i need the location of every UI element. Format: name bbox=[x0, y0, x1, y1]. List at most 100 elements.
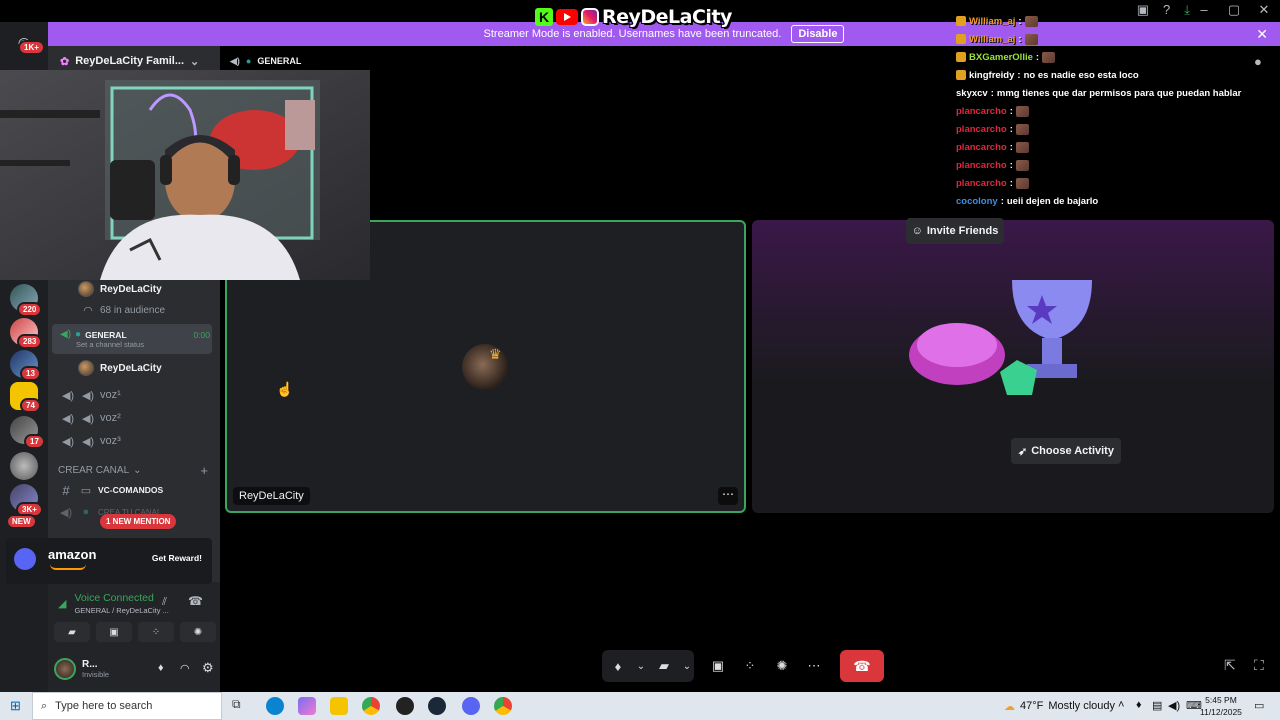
windows-start-icon[interactable]: ⊞ bbox=[10, 698, 21, 714]
youtube-icon bbox=[556, 9, 578, 25]
disconnect-icon[interactable]: ☎ bbox=[188, 594, 203, 608]
chat-username: kingfreidy bbox=[969, 69, 1015, 81]
taskbar-search[interactable]: ⌕ Type here to search bbox=[32, 692, 222, 720]
chat-separator: : bbox=[1009, 105, 1013, 117]
get-reward-button[interactable]: Get Reward! bbox=[152, 553, 202, 563]
channel-general-active[interactable]: ◀) ● GENERAL 0:00 Set a channel status bbox=[52, 324, 212, 354]
server-badge: 17 bbox=[24, 434, 45, 449]
category-crear-canal[interactable]: CREAR CANAL ⌄ + bbox=[48, 459, 220, 481]
globe-icon: ● bbox=[75, 329, 82, 340]
tray-chevron-icon[interactable]: ˄ bbox=[1118, 699, 1124, 711]
noise-suppression-icon[interactable]: ⫽ bbox=[162, 596, 167, 609]
mic-tray-icon[interactable]: ♦ bbox=[1136, 699, 1142, 711]
mic-icon[interactable]: ♦ bbox=[158, 662, 164, 674]
new-mention-pill[interactable]: 1 NEW MENTION bbox=[100, 514, 177, 529]
crown-icon: ♛ bbox=[489, 346, 502, 362]
discord-icon[interactable] bbox=[462, 697, 480, 715]
add-channel-icon[interactable]: + bbox=[200, 463, 208, 478]
more-options-icon[interactable]: ⋯ bbox=[718, 487, 738, 505]
weather-icon: ☁ bbox=[1004, 700, 1015, 713]
server-badge: 220 bbox=[17, 302, 43, 317]
disable-streamer-mode-button[interactable]: Disable bbox=[791, 25, 845, 43]
choose-activity-label: Choose Activity bbox=[1031, 445, 1114, 457]
chevron-down-icon: ⌄ bbox=[133, 464, 142, 476]
chat-username: plancarcho bbox=[956, 177, 1007, 189]
screen-share-button[interactable]: ▣ bbox=[96, 622, 132, 642]
obs-icon[interactable] bbox=[396, 697, 414, 715]
speaker-icon: ◀) bbox=[230, 55, 240, 66]
chat-message: skyxcv: mmg tienes que dar permisos para … bbox=[956, 84, 1256, 102]
chat-message: William_aj: bbox=[956, 30, 1256, 48]
network-icon[interactable]: ▤ bbox=[1152, 699, 1162, 712]
popout-icon[interactable]: ⇱ bbox=[1224, 657, 1236, 674]
server-icon[interactable] bbox=[10, 452, 38, 480]
task-view-icon[interactable]: ⧉ bbox=[232, 697, 250, 715]
soundboard-button[interactable]: ✺ bbox=[180, 622, 216, 642]
activities-button[interactable]: ⁘ bbox=[138, 622, 174, 642]
voice-member[interactable]: ReyDeLaCity bbox=[48, 357, 220, 379]
edge-icon[interactable] bbox=[266, 697, 284, 715]
choose-activity-button[interactable]: ➶ Choose Activity bbox=[1011, 438, 1121, 464]
channel-voz2[interactable]: ◀) ◀) voz² bbox=[48, 407, 220, 429]
activities-icon[interactable]: ⁘ bbox=[734, 650, 766, 682]
chrome-icon[interactable] bbox=[362, 697, 380, 715]
video-off-button[interactable]: ▰ bbox=[54, 622, 90, 642]
volume-icon[interactable]: ◀) bbox=[1168, 699, 1180, 712]
more-icon[interactable]: ⋯ bbox=[798, 650, 830, 682]
close-window-button[interactable]: ✕ bbox=[1256, 2, 1272, 18]
chrome-icon[interactable] bbox=[494, 697, 512, 715]
windows-taskbar: ⊞ ⌕ Type here to search ⧉ ☁ 47°F Mostly … bbox=[0, 692, 1280, 720]
activity-illustration bbox=[909, 280, 1092, 395]
invite-friends-button[interactable]: ☺ Invite Friends bbox=[906, 218, 1004, 244]
camera-off-icon[interactable]: ▰ bbox=[648, 650, 680, 682]
kick-icon: K bbox=[535, 8, 553, 26]
weather-widget[interactable]: ☁ 47°F Mostly cloudy bbox=[1004, 692, 1115, 720]
amazon-promo-card[interactable]: amazon Get Reward! bbox=[6, 538, 212, 584]
stage-speaker[interactable]: ReyDeLaCity bbox=[48, 278, 220, 300]
chat-separator: : bbox=[1009, 123, 1013, 135]
chat-badge-icon bbox=[956, 52, 966, 62]
fullscreen-icon[interactable]: ⛶ bbox=[1254, 657, 1264, 674]
mic-icon[interactable]: ♦ bbox=[602, 650, 634, 682]
clock[interactable]: 5:45 PM 11/12/2025 bbox=[1200, 694, 1242, 718]
channel-status[interactable]: Set a channel status bbox=[60, 340, 144, 349]
search-placeholder: Type here to search bbox=[55, 700, 153, 712]
audience-row[interactable]: ◠ 68 in audience bbox=[48, 299, 220, 321]
chevron-down-icon[interactable]: ⌄ bbox=[680, 650, 694, 682]
soundboard-icon[interactable]: ✺ bbox=[766, 650, 798, 682]
voice-connected-label[interactable]: Voice Connected bbox=[74, 592, 168, 604]
chat-text: mmg tienes que dar permisos para que pue… bbox=[996, 87, 1242, 99]
screen-share-icon[interactable]: ▣ bbox=[702, 650, 734, 682]
steam-icon[interactable] bbox=[428, 697, 446, 715]
channel-vc-comandos[interactable]: # ▭ VC-COMANDOS bbox=[48, 479, 220, 501]
clock-date: 11/12/2025 bbox=[1200, 707, 1242, 717]
voice-panel: ◢ Voice Connected GENERAL / ReyDeLaCity … bbox=[48, 582, 220, 692]
tile-user-name: ReyDeLaCity bbox=[233, 487, 310, 505]
chat-badge-icon bbox=[956, 16, 966, 26]
channel-voz1[interactable]: ◀) ◀) voz¹ bbox=[48, 384, 220, 406]
notifications-icon[interactable]: ▭ bbox=[1254, 699, 1264, 712]
globe-icon: ● bbox=[245, 56, 252, 66]
copilot-icon[interactable] bbox=[298, 697, 316, 715]
voice-status: ◢ Voice Connected GENERAL / ReyDeLaCity … bbox=[58, 592, 169, 615]
speaker-icon: ◀) bbox=[81, 412, 95, 425]
disconnect-button[interactable]: ☎ bbox=[840, 650, 884, 682]
chevron-down-icon[interactable]: ⌄ bbox=[634, 650, 648, 682]
channel-voz2-label: voz² bbox=[100, 412, 121, 424]
headphones-icon[interactable]: ◠ bbox=[180, 662, 190, 675]
speaker-active-icon: ◀) bbox=[60, 329, 72, 340]
chat-username: plancarcho bbox=[956, 159, 1007, 171]
file-explorer-icon[interactable] bbox=[330, 697, 348, 715]
weather-condition: Mostly cloudy bbox=[1048, 700, 1115, 712]
webcam-feed-image bbox=[0, 70, 370, 280]
close-banner-icon[interactable]: ✕ bbox=[1256, 26, 1268, 43]
user-panel[interactable]: R... Invisible bbox=[54, 658, 109, 680]
chat-emote-icon bbox=[1015, 123, 1029, 135]
avatar bbox=[78, 360, 94, 376]
share-controls: ▣ ⁘ ✺ ⋯ bbox=[702, 650, 832, 682]
channel-voz3[interactable]: ◀) ◀) voz³ bbox=[48, 430, 220, 452]
settings-gear-icon[interactable]: ⚙ bbox=[202, 660, 214, 676]
chat-username: BXGamerOllie bbox=[969, 51, 1033, 63]
hangup-icon: ☎ bbox=[853, 657, 871, 674]
stream-chat-overlay: William_aj: William_aj: BXGamerOllie: kingf… bbox=[956, 12, 1256, 210]
